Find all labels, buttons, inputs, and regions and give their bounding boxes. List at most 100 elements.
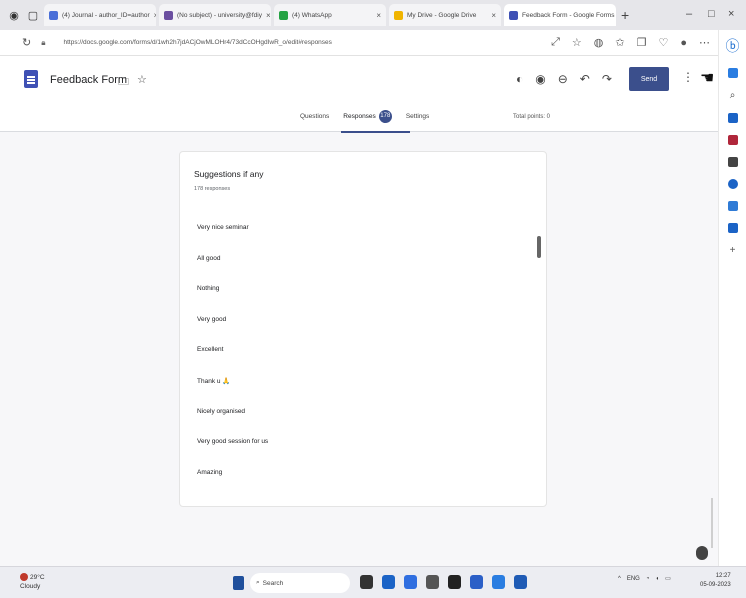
minimize-button[interactable]: – xyxy=(686,8,692,20)
browser-tab-whatsapp[interactable]: (4) WhatsApp × xyxy=(274,4,386,26)
sidebar-shopping-icon[interactable] xyxy=(727,113,738,123)
forms-logo-icon[interactable] xyxy=(24,70,38,88)
send-button[interactable]: Send xyxy=(629,67,669,91)
word-icon[interactable] xyxy=(514,575,527,589)
page-scrollbar[interactable] xyxy=(711,498,713,548)
list-item: Very good session for us xyxy=(197,438,269,446)
language-icon[interactable]: ENG xyxy=(627,576,640,582)
redo-icon[interactable]: ↷ xyxy=(602,72,612,86)
edge-icon[interactable] xyxy=(382,575,395,589)
mouse-cursor-icon: ☚ xyxy=(700,70,715,87)
extension-icon[interactable]: ◍ xyxy=(594,36,604,49)
browser-tab-journal[interactable]: (4) Journal - author_ID=author × xyxy=(44,4,156,26)
maximize-button[interactable]: □ xyxy=(708,8,715,20)
clock-time: 12:27 xyxy=(715,573,731,579)
bing-chat-icon[interactable]: ⓑ xyxy=(726,36,740,56)
clock-date: 05-09-2023 xyxy=(700,582,731,588)
more-options-icon[interactable]: ⋮ xyxy=(682,70,694,84)
forms-header: Feedback Form 🗀︎ ☆ ◐ ◉ ⊖ ↶ ↷ Send ⋮ ☚ Qu… xyxy=(0,56,718,133)
bookmark-star-icon[interactable]: ☆ xyxy=(572,36,582,49)
zoom-icon[interactable]: ⤢ xyxy=(551,36,560,49)
weather-icon xyxy=(20,573,28,582)
wifi-icon[interactable]: ◔ xyxy=(646,576,650,582)
tab-favicon-icon xyxy=(394,10,403,20)
list-item: Very good xyxy=(197,315,227,323)
tab-favicon-icon xyxy=(49,10,58,20)
sidebar-drop-icon[interactable] xyxy=(727,223,738,233)
sidebar-tools-icon[interactable] xyxy=(727,135,738,145)
new-tab-button[interactable]: + xyxy=(621,7,629,23)
title-actions: 🗀︎ ☆ xyxy=(118,73,147,92)
weather-desc: Cloudy xyxy=(20,583,41,590)
undo-icon[interactable]: ↶ xyxy=(580,72,590,86)
tab-close-icon[interactable]: × xyxy=(491,11,496,20)
tab-favicon-icon xyxy=(279,10,288,20)
store-icon[interactable] xyxy=(426,575,439,589)
help-icon[interactable] xyxy=(696,546,708,560)
browser-tab-strip: ◉ ▢ (4) Journal - author_ID=author × (No… xyxy=(0,0,746,30)
tab-responses-label: Responses xyxy=(343,113,376,121)
browser-essentials-icon[interactable]: ♡ xyxy=(658,36,668,49)
tab-settings[interactable]: Settings xyxy=(406,113,430,128)
more-menu-icon[interactable]: ⋯ xyxy=(699,36,710,49)
browser-sidebar: ⓑ ⌕ + xyxy=(718,30,746,566)
camera-icon[interactable] xyxy=(448,575,461,589)
sidebar-add-icon[interactable]: + xyxy=(730,245,736,256)
list-item: Excellent xyxy=(197,346,224,354)
taskbar-apps xyxy=(360,575,527,589)
star-icon[interactable]: ☆ xyxy=(137,73,147,92)
tab-actions-icon[interactable]: ▢ xyxy=(25,7,41,23)
total-points: Total points: 0 xyxy=(513,114,551,120)
browser-tab-drive[interactable]: My Drive - Google Drive × xyxy=(389,4,501,26)
sidebar-office-icon[interactable] xyxy=(727,179,738,189)
sidebar-outlook-icon[interactable] xyxy=(727,201,738,211)
sidebar-games-icon[interactable] xyxy=(727,157,738,167)
preview-eye-icon[interactable]: ◉ xyxy=(535,72,545,86)
battery-icon[interactable]: ▭ xyxy=(665,575,671,582)
favorites-icon[interactable]: ✩ xyxy=(615,36,624,49)
form-tabs: Questions Responses 178 Settings xyxy=(300,110,430,133)
tab-close-icon[interactable]: × xyxy=(154,11,156,20)
sidebar-search-icon[interactable]: ⌕ xyxy=(730,90,736,101)
answer-list[interactable]: Very nice seminar All good Nothing Very … xyxy=(197,224,268,499)
outlook-icon[interactable] xyxy=(492,575,505,589)
reload-icon[interactable]: ↻ xyxy=(22,36,31,49)
profile-avatar-icon[interactable]: ● xyxy=(680,37,687,49)
close-window-button[interactable]: × xyxy=(728,8,734,20)
taskbar-search[interactable]: ⌕ Search xyxy=(250,573,350,593)
tray-chevron-icon[interactable]: ^ xyxy=(618,576,621,582)
search-icon: ⌕ xyxy=(256,579,260,586)
clock[interactable]: 12:27 05-09-2023 xyxy=(700,572,731,590)
list-item: Nothing xyxy=(197,285,220,293)
tab-questions[interactable]: Questions xyxy=(300,113,329,128)
start-button-icon[interactable] xyxy=(233,576,244,590)
file-explorer-icon[interactable] xyxy=(360,575,373,589)
question-summary-card: Suggestions if any 178 responses Very ni… xyxy=(179,151,547,507)
tab-favicon-icon xyxy=(164,10,173,20)
weather-widget[interactable]: 29°C Cloudy xyxy=(20,573,45,591)
chrome-icon[interactable] xyxy=(404,575,417,589)
list-item: All good xyxy=(197,254,221,262)
mail-icon[interactable] xyxy=(470,575,483,589)
customize-theme-icon[interactable]: ◐ xyxy=(516,72,523,86)
volume-icon[interactable]: ◖ xyxy=(655,576,659,582)
answer-list-scrollbar[interactable] xyxy=(537,236,541,258)
screen: ◉ ▢ (4) Journal - author_ID=author × (No… xyxy=(0,0,746,598)
sidebar-app-icon[interactable] xyxy=(727,68,738,78)
move-to-folder-icon[interactable]: 🗀︎ xyxy=(118,73,129,92)
list-item: Very nice seminar xyxy=(197,224,249,231)
browser-tab-forms[interactable]: Feedback Form - Google Forms × xyxy=(504,4,616,26)
form-title[interactable]: Feedback Form xyxy=(50,74,127,86)
profile-icon[interactable]: ◉ xyxy=(6,7,22,23)
add-ons-icon[interactable]: ⊖ xyxy=(558,72,568,86)
tab-close-icon[interactable]: × xyxy=(376,11,381,20)
tab-close-icon[interactable]: × xyxy=(266,11,271,20)
site-info-icon[interactable]: 🔒︎ xyxy=(41,38,45,48)
response-count: 178 responses xyxy=(194,186,231,192)
browser-tab-mail[interactable]: (No subject) - university@fdiy × xyxy=(159,4,271,26)
responses-count-badge: 178 xyxy=(378,110,392,123)
list-item: Amazing xyxy=(197,468,223,476)
url-field[interactable]: https://docs.google.com/forms/d/1wh2h7jd… xyxy=(63,39,331,46)
tab-responses[interactable]: Responses 178 xyxy=(341,110,410,133)
collections-icon[interactable]: ❐ xyxy=(637,36,647,49)
